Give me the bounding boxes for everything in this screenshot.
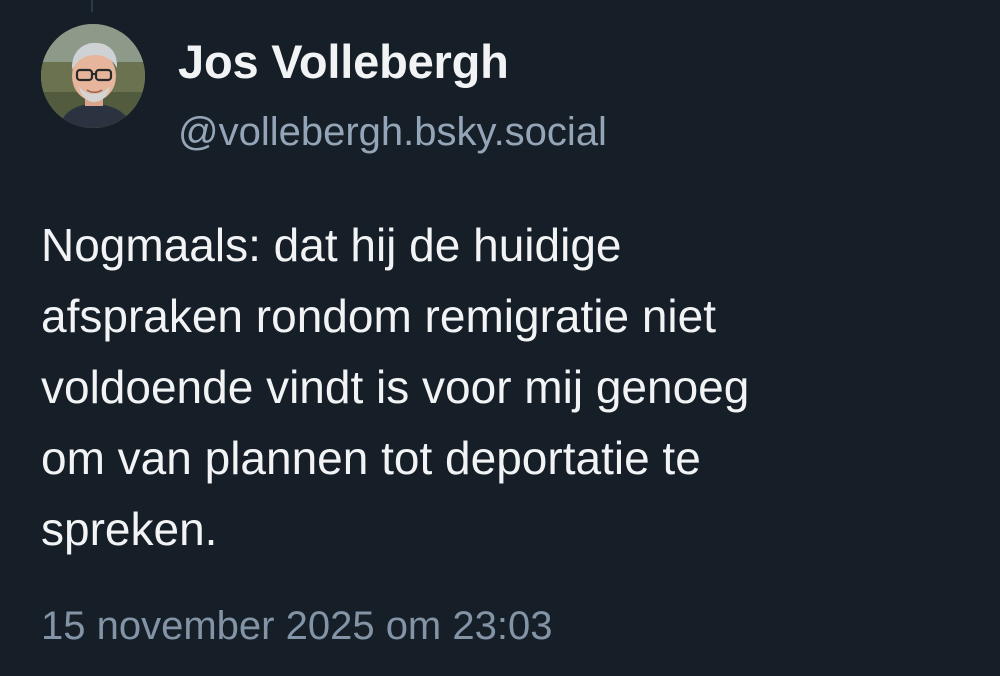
post-text: Nogmaals: dat hij de huidige afspraken r…	[41, 219, 750, 555]
author-handle[interactable]: @vollebergh.bsky.social	[178, 110, 607, 155]
post-timestamp[interactable]: 15 november 2025 om 23:03	[41, 604, 552, 649]
avatar-photo-icon	[41, 24, 145, 128]
post-card: Jos Vollebergh @vollebergh.bsky.social N…	[0, 0, 1000, 676]
author-name[interactable]: Jos Vollebergh	[178, 34, 509, 89]
avatar[interactable]	[41, 24, 145, 128]
